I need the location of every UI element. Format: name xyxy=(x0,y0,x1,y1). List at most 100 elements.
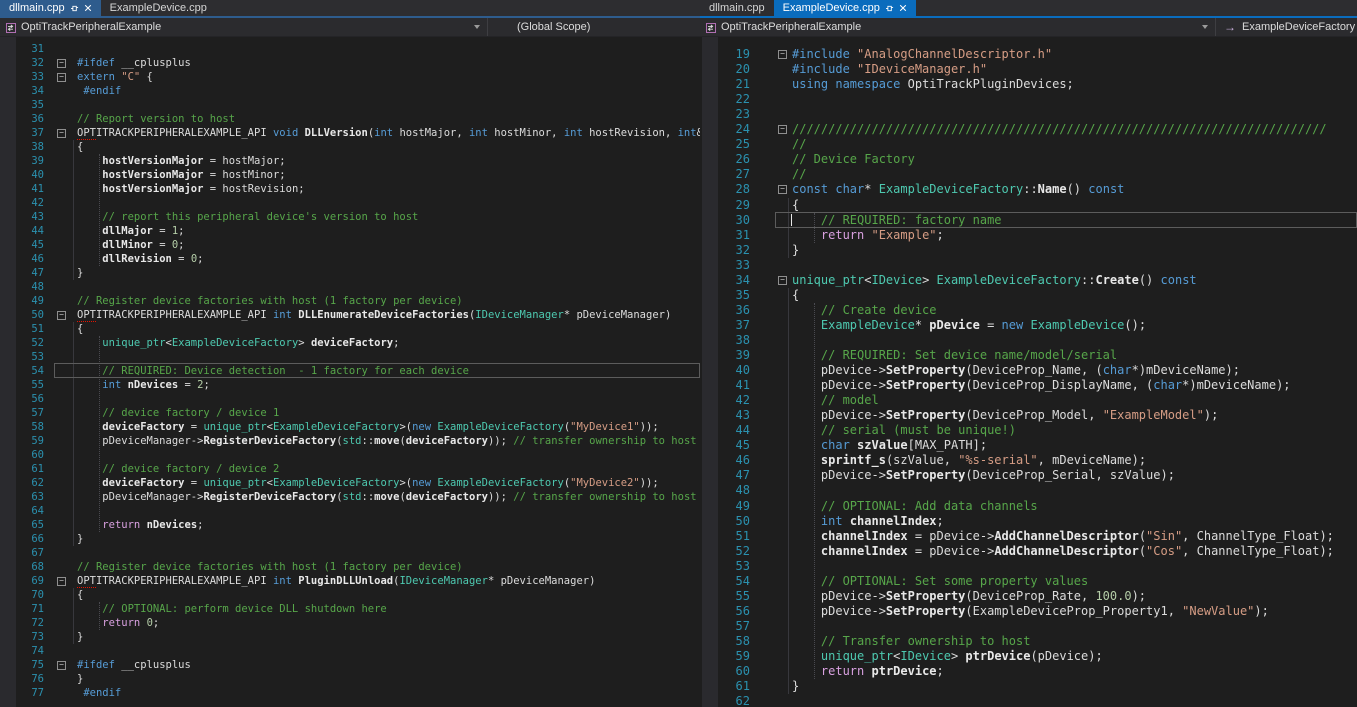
code-line-47[interactable]: 47 pDevice->SetProperty(DeviceProp_Seria… xyxy=(700,468,1357,483)
code-line-42[interactable]: 42 // model xyxy=(700,393,1357,408)
code-line-57[interactable]: 57 // device factory / device 1 xyxy=(0,406,700,420)
code-line-63[interactable]: 63 pDeviceManager->RegisterDeviceFactory… xyxy=(0,490,700,504)
code-line-64[interactable]: 64 xyxy=(0,504,700,518)
code-line-27[interactable]: 27// xyxy=(700,167,1357,182)
code-line-67[interactable]: 67 xyxy=(0,546,700,560)
code-line-49[interactable]: 49 // OPTIONAL: Add data channels xyxy=(700,499,1357,514)
code-line-51[interactable]: 51{ xyxy=(0,322,700,336)
code-line-32[interactable]: 32} xyxy=(700,243,1357,258)
code-line-37[interactable]: 37 ExampleDevice* pDevice = new ExampleD… xyxy=(700,318,1357,333)
code-line-71[interactable]: 71 // OPTIONAL: perform device DLL shutd… xyxy=(0,602,700,616)
code-line-41[interactable]: 41 pDevice->SetProperty(DeviceProp_Displ… xyxy=(700,378,1357,393)
code-line-21[interactable]: 21using namespace OptiTrackPluginDevices… xyxy=(700,77,1357,92)
code-line-51[interactable]: 51 channelIndex = pDevice->AddChannelDes… xyxy=(700,529,1357,544)
code-line-56[interactable]: 56 xyxy=(0,392,700,406)
code-line-36[interactable]: 36 // Create device xyxy=(700,303,1357,318)
close-icon[interactable] xyxy=(84,4,92,12)
code-line-61[interactable]: 61 // device factory / device 2 xyxy=(0,462,700,476)
tab-ExampleDevice-cpp[interactable]: ExampleDevice.cpp xyxy=(101,0,216,16)
code-line-46[interactable]: 46 dllRevision = 0; xyxy=(0,252,700,266)
code-line-37[interactable]: 37−OPTITRACKPERIPHERALEXAMPLE_API void D… xyxy=(0,126,700,140)
code-line-57[interactable]: 57 xyxy=(700,619,1357,634)
fold-collapse-icon[interactable]: − xyxy=(778,125,787,134)
code-line-52[interactable]: 52 unique_ptr<ExampleDeviceFactory> devi… xyxy=(0,336,700,350)
code-line-73[interactable]: 73} xyxy=(0,630,700,644)
code-line-22[interactable]: 22 xyxy=(700,92,1357,107)
code-line-46[interactable]: 46 sprintf_s(szValue, "%s-serial", mDevi… xyxy=(700,453,1357,468)
tab-dllmain-cpp[interactable]: dllmain.cpp xyxy=(700,0,774,16)
code-line-56[interactable]: 56 pDevice->SetProperty(ExampleDevicePro… xyxy=(700,604,1357,619)
code-line-50[interactable]: 50−OPTITRACKPERIPHERALEXAMPLE_API int DL… xyxy=(0,308,700,322)
tab-ExampleDevice-cpp[interactable]: ExampleDevice.cpp xyxy=(774,0,916,16)
code-line-60[interactable]: 60 xyxy=(0,448,700,462)
code-line-53[interactable]: 53 xyxy=(0,350,700,364)
code-line-62[interactable]: 62 deviceFactory = unique_ptr<ExampleDev… xyxy=(0,476,700,490)
fold-collapse-icon[interactable]: − xyxy=(57,577,66,586)
fold-collapse-icon[interactable]: − xyxy=(778,276,787,285)
code-area-right[interactable]: 19−#include "AnalogChannelDescriptor.h" 2… xyxy=(700,37,1357,707)
fold-collapse-icon[interactable]: − xyxy=(778,185,787,194)
code-area-left[interactable]: 3132−#ifdef __cplusplus33−extern "C" {34… xyxy=(0,37,700,707)
code-line-41[interactable]: 41 hostVersionMajor = hostRevision; xyxy=(0,182,700,196)
code-line-45[interactable]: 45 char szValue[MAX_PATH]; xyxy=(700,438,1357,453)
code-line-35[interactable]: 35{ xyxy=(700,288,1357,303)
code-line-28[interactable]: 28−const char* ExampleDeviceFactory::Nam… xyxy=(700,182,1357,197)
close-icon[interactable] xyxy=(899,4,907,12)
code-line-40[interactable]: 40 pDevice->SetProperty(DeviceProp_Name,… xyxy=(700,363,1357,378)
code-line-35[interactable]: 35 xyxy=(0,98,700,112)
code-line-54[interactable]: 54 // OPTIONAL: Set some property values xyxy=(700,574,1357,589)
code-line-66[interactable]: 66} xyxy=(0,532,700,546)
code-line-58[interactable]: 58 deviceFactory = unique_ptr<ExampleDev… xyxy=(0,420,700,434)
code-line-31[interactable]: 31 xyxy=(0,42,700,56)
code-line-49[interactable]: 49// Register device factories with host… xyxy=(0,294,700,308)
code-line-38[interactable]: 38 xyxy=(700,333,1357,348)
code-line-59[interactable]: 59 pDeviceManager->RegisterDeviceFactory… xyxy=(0,434,700,448)
code-line-31[interactable]: 31 return "Example"; xyxy=(700,228,1357,243)
fold-collapse-icon[interactable]: − xyxy=(57,661,66,670)
pin-icon[interactable] xyxy=(885,4,894,13)
code-line-52[interactable]: 52 channelIndex = pDevice->AddChannelDes… xyxy=(700,544,1357,559)
code-line-48[interactable]: 48 xyxy=(700,483,1357,498)
code-line-36[interactable]: 36// Report version to host xyxy=(0,112,700,126)
code-line-69[interactable]: 69−OPTITRACKPERIPHERALEXAMPLE_API int Pl… xyxy=(0,574,700,588)
tab-dllmain-cpp[interactable]: dllmain.cpp xyxy=(0,0,101,16)
code-line-70[interactable]: 70{ xyxy=(0,588,700,602)
code-line-53[interactable]: 53 xyxy=(700,559,1357,574)
code-line-33[interactable]: 33 xyxy=(700,258,1357,273)
fold-collapse-icon[interactable]: − xyxy=(57,59,66,68)
code-line-43[interactable]: 43 pDevice->SetProperty(DeviceProp_Model… xyxy=(700,408,1357,423)
code-line-65[interactable]: 65 return nDevices; xyxy=(0,518,700,532)
code-line-61[interactable]: 61} xyxy=(700,679,1357,694)
project-dropdown[interactable]: OptiTrackPeripheralExample xyxy=(721,18,1215,36)
code-line-24[interactable]: 24−/////////////////////////////////////… xyxy=(700,122,1357,137)
fold-collapse-icon[interactable]: − xyxy=(57,129,66,138)
code-line-60[interactable]: 60 return ptrDevice; xyxy=(700,664,1357,679)
fold-collapse-icon[interactable]: − xyxy=(57,73,66,82)
code-line-43[interactable]: 43 // report this peripheral device's ve… xyxy=(0,210,700,224)
project-dropdown[interactable]: OptiTrackPeripheralExample xyxy=(21,18,487,36)
code-line-23[interactable]: 23 xyxy=(700,107,1357,122)
code-line-74[interactable]: 74 xyxy=(0,644,700,658)
code-line-59[interactable]: 59 unique_ptr<IDevice> ptrDevice(pDevice… xyxy=(700,649,1357,664)
code-line-48[interactable]: 48 xyxy=(0,280,700,294)
scope-dropdown[interactable]: (Global Scope) xyxy=(488,18,700,36)
code-line-25[interactable]: 25// xyxy=(700,137,1357,152)
code-line-58[interactable]: 58 // Transfer ownership to host xyxy=(700,634,1357,649)
fold-collapse-icon[interactable]: − xyxy=(778,50,787,59)
code-line-39[interactable]: 39 // REQUIRED: Set device name/model/se… xyxy=(700,348,1357,363)
code-line-44[interactable]: 44 // serial (must be unique!) xyxy=(700,423,1357,438)
code-line-55[interactable]: 55 pDevice->SetProperty(DeviceProp_Rate,… xyxy=(700,589,1357,604)
code-line-76[interactable]: 76} xyxy=(0,672,700,686)
code-line-72[interactable]: 72 return 0; xyxy=(0,616,700,630)
code-line-19[interactable]: 19−#include "AnalogChannelDescriptor.h" xyxy=(700,47,1357,62)
code-line-45[interactable]: 45 dllMinor = 0; xyxy=(0,238,700,252)
code-line-44[interactable]: 44 dllMajor = 1; xyxy=(0,224,700,238)
code-line-47[interactable]: 47} xyxy=(0,266,700,280)
fold-collapse-icon[interactable]: − xyxy=(57,311,66,320)
code-line-50[interactable]: 50 int channelIndex; xyxy=(700,514,1357,529)
code-line-40[interactable]: 40 hostVersionMajor = hostMinor; xyxy=(0,168,700,182)
code-line-55[interactable]: 55 int nDevices = 2; xyxy=(0,378,700,392)
code-line-75[interactable]: 75−#ifdef __cplusplus xyxy=(0,658,700,672)
code-line-26[interactable]: 26// Device Factory xyxy=(700,152,1357,167)
code-line-32[interactable]: 32−#ifdef __cplusplus xyxy=(0,56,700,70)
